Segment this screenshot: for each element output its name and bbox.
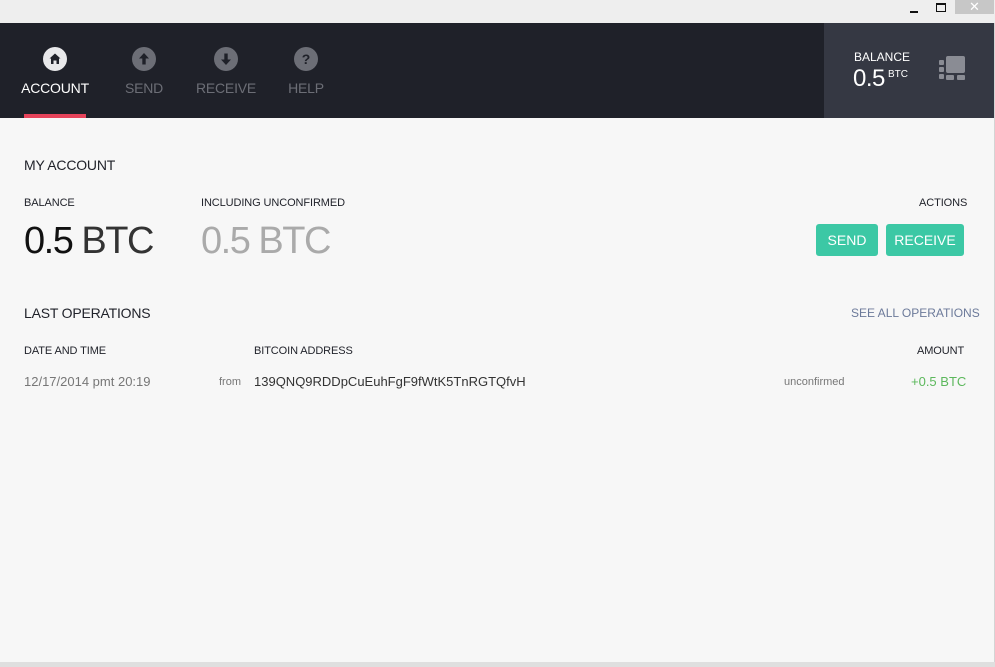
header-balance-label: BALANCE bbox=[854, 50, 911, 64]
tab-account[interactable]: ACCOUNT bbox=[21, 23, 89, 118]
unconfirmed-amount: 0.5 BTC bbox=[201, 220, 331, 263]
arrow-up-icon bbox=[132, 47, 156, 71]
tab-help-label: HELP bbox=[288, 80, 324, 96]
unconfirmed-value: 0.5 bbox=[201, 220, 251, 262]
title-bar: ✕ bbox=[0, 0, 995, 23]
top-navigation: ACCOUNT SEND RECEIVE ? HELP BALANCE 0.5 … bbox=[0, 23, 994, 118]
maximize-button[interactable] bbox=[930, 0, 952, 14]
tab-help[interactable]: ? HELP bbox=[288, 23, 324, 118]
column-address: BITCOIN ADDRESS bbox=[254, 345, 353, 357]
header-balance-unit: BTC bbox=[888, 69, 908, 80]
maximize-icon bbox=[936, 2, 946, 12]
svg-text:?: ? bbox=[302, 51, 311, 67]
close-icon: ✕ bbox=[969, 0, 980, 14]
row-amount: +0.5 BTC bbox=[911, 374, 967, 389]
receive-button[interactable]: RECEIVE bbox=[886, 224, 964, 256]
header-balance-panel: BALANCE 0.5 BTC bbox=[824, 23, 994, 118]
question-icon: ? bbox=[294, 47, 318, 71]
unconfirmed-label: INCLUDING UNCONFIRMED bbox=[201, 197, 345, 209]
tab-send[interactable]: SEND bbox=[124, 23, 164, 118]
close-button[interactable]: ✕ bbox=[955, 0, 994, 14]
column-date: DATE AND TIME bbox=[24, 345, 107, 357]
balance-amount: 0.5 BTC bbox=[24, 220, 154, 263]
tab-send-label: SEND bbox=[124, 80, 164, 96]
tab-receive-label: RECEIVE bbox=[195, 80, 257, 96]
send-button[interactable]: SEND bbox=[816, 224, 878, 256]
app-window: ✕ ACCOUNT SEND RECEIVE ? HELP BALANCE 0.… bbox=[0, 0, 995, 667]
minimize-button[interactable] bbox=[904, 0, 924, 14]
tab-account-label: ACCOUNT bbox=[21, 80, 89, 96]
home-icon bbox=[43, 47, 67, 71]
my-account-title: MY ACCOUNT bbox=[24, 157, 116, 173]
actions-label: ACTIONS bbox=[919, 197, 968, 209]
row-date: 12/17/2014 pmt 20:19 bbox=[24, 374, 151, 389]
balance-unit: BTC bbox=[81, 220, 154, 262]
tab-receive[interactable]: RECEIVE bbox=[195, 23, 257, 118]
window-bottom-border bbox=[0, 662, 995, 667]
last-operations-title: LAST OPERATIONS bbox=[24, 305, 151, 321]
active-tab-indicator bbox=[24, 114, 86, 118]
column-amount: AMOUNT bbox=[917, 345, 965, 357]
balance-label: BALANCE bbox=[24, 197, 75, 209]
balance-value: 0.5 bbox=[24, 220, 74, 262]
wallet-icon[interactable] bbox=[939, 56, 965, 82]
unconfirmed-unit: BTC bbox=[258, 220, 331, 262]
row-direction: from bbox=[219, 376, 241, 388]
row-status: unconfirmed bbox=[784, 376, 845, 388]
minimize-icon bbox=[910, 11, 918, 13]
row-address: 139QNQ9RDDpCuEuhFgF9fWtK5TnRGTQfvH bbox=[254, 374, 526, 389]
arrow-down-icon bbox=[214, 47, 238, 71]
header-balance-value: 0.5 bbox=[853, 65, 885, 92]
see-all-operations-link[interactable]: SEE ALL OPERATIONS bbox=[851, 306, 980, 320]
